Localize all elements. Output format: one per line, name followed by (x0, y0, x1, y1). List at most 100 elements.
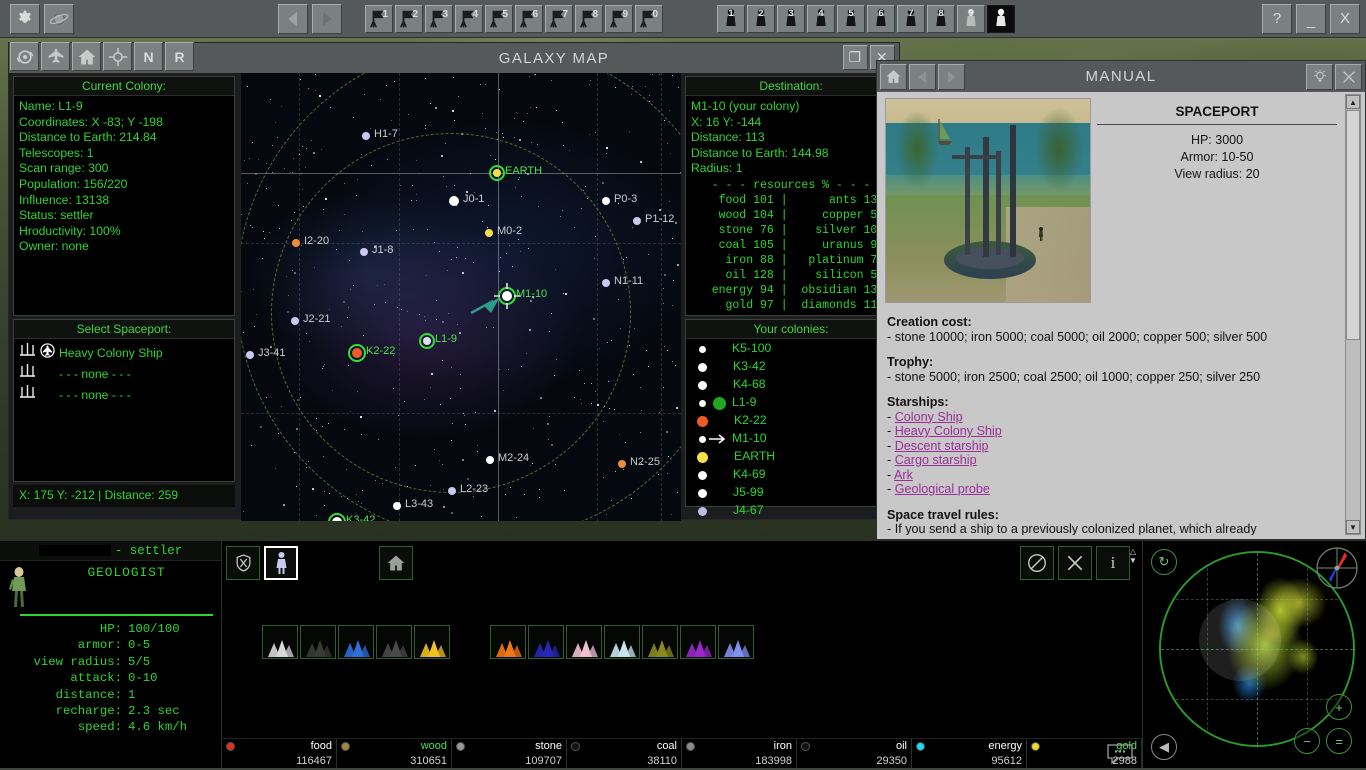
home-button[interactable] (379, 546, 413, 580)
colony-list-item[interactable]: K4-68 (691, 376, 891, 394)
mineral-button-b-2[interactable] (528, 625, 564, 659)
close-window-button[interactable]: X (1330, 4, 1360, 34)
flag-button-1[interactable]: 1 (365, 5, 393, 33)
manual-starship-link[interactable]: Ark (894, 468, 913, 482)
info-button[interactable]: i (1096, 546, 1130, 580)
colony-list-item[interactable]: J4-67 (691, 502, 891, 520)
manual-scrollbar[interactable]: ▲ ▼ (1345, 94, 1361, 535)
chat-bubble-icon[interactable] (1106, 743, 1134, 765)
mineral-button-3[interactable] (338, 625, 374, 659)
letter-n-button[interactable]: N (134, 42, 163, 71)
manual-starship-link[interactable]: Colony Ship (895, 410, 963, 424)
flag-button-4[interactable]: 4 (455, 5, 483, 33)
manual-scroll-up-button[interactable]: ▲ (1346, 95, 1360, 109)
mineral-button-4[interactable] (376, 625, 412, 659)
resource-scroll-arrows[interactable]: △ ▼ (1126, 541, 1140, 571)
manual-starship-link[interactable]: Cargo starship (895, 453, 977, 467)
minimap-zoom-out-button[interactable]: − (1294, 728, 1320, 754)
mineral-button-1[interactable] (262, 625, 298, 659)
mineral-button-2[interactable] (300, 625, 336, 659)
person-unit-button[interactable] (264, 546, 298, 580)
planet-label: J1-8 (372, 244, 393, 256)
help-button[interactable]: ? (1262, 4, 1292, 34)
your-colonies-header: Your colonies: (686, 320, 896, 339)
manual-titlebar: MANUAL (877, 61, 1365, 92)
minimap-panel[interactable]: ↻ ◀ + − = (1142, 540, 1366, 768)
spaceport-slot[interactable]: Heavy Colony Ship (19, 342, 229, 363)
manual-close-button[interactable] (1335, 64, 1362, 90)
unit-button-1[interactable]: 1 (717, 5, 745, 33)
minimap-zoom-in-button[interactable]: + (1326, 694, 1352, 720)
unit-button-9[interactable]: 9 (957, 5, 985, 33)
cancel-button[interactable] (1020, 546, 1054, 580)
target-crosshair-icon[interactable] (103, 42, 132, 71)
radar-scan-icon[interactable] (10, 42, 39, 71)
minimize-button[interactable]: _ (1296, 4, 1326, 34)
manual-scroll-down-button[interactable]: ▼ (1346, 520, 1360, 534)
home-icon[interactable] (72, 42, 101, 71)
colony-list-item[interactable]: J5-99 (691, 484, 891, 502)
colony-list-item[interactable]: K2-22 (691, 412, 891, 430)
colony-list-item[interactable]: K3-42 (691, 358, 891, 376)
colony-list-item[interactable]: K4-69 (691, 466, 891, 484)
resource-label-food: food (222, 739, 336, 753)
unit-button-3[interactable]: 3 (777, 5, 805, 33)
prev-page-button[interactable] (278, 4, 308, 34)
planet-icon[interactable] (44, 4, 74, 34)
mineral-button-5[interactable] (414, 625, 450, 659)
manual-starship-link[interactable]: Geological probe (895, 482, 990, 496)
colony-info-line: Name: L1-9 (19, 99, 229, 115)
mineral-button-b-1[interactable] (490, 625, 526, 659)
flag-button-8[interactable]: 8 (575, 5, 603, 33)
unit-stat-row: attack:0-10 (6, 670, 215, 686)
colony-list-item[interactable]: M1-10 (691, 430, 891, 448)
manual-scroll-thumb[interactable] (1346, 110, 1360, 340)
mineral-button-b-5[interactable] (642, 625, 678, 659)
manual-forward-button[interactable] (938, 64, 965, 90)
flag-button-7[interactable]: 7 (545, 5, 573, 33)
spaceport-slot[interactable]: - - - none - - - (19, 384, 229, 405)
unit-button-5[interactable]: 5 (837, 5, 865, 33)
flag-button-2[interactable]: 2 (395, 5, 423, 33)
close-button[interactable] (1058, 546, 1092, 580)
unit-button-0[interactable]: 0 (987, 5, 1015, 33)
galaxy-restore-button[interactable]: ❐ (843, 45, 868, 70)
mineral-button-b-3[interactable] (566, 625, 602, 659)
colony-list-item[interactable]: K5-100 (691, 340, 891, 358)
manual-starship-link[interactable]: Heavy Colony Ship (895, 424, 1002, 438)
unit-button-2[interactable]: 2 (747, 5, 775, 33)
flag-button-0[interactable]: 0 (635, 5, 663, 33)
minimap-collapse-button[interactable]: ◀ (1151, 734, 1177, 760)
unit-button-6[interactable]: 6 (867, 5, 895, 33)
flag-button-5[interactable]: 5 (485, 5, 513, 33)
flag-button-3[interactable]: 3 (425, 5, 453, 33)
colony-list-item[interactable]: EARTH (691, 448, 891, 466)
manual-hint-icon[interactable] (1306, 64, 1333, 90)
colony-list-item[interactable]: L1-9 (691, 394, 891, 412)
mineral-button-b-6[interactable] (680, 625, 716, 659)
minimap-reset-button[interactable]: ↻ (1151, 549, 1177, 575)
settings-gear-icon[interactable] (10, 4, 40, 34)
unit-stat-key: speed: (6, 719, 128, 735)
spaceport-slot[interactable]: - - - none - - - (19, 363, 229, 384)
manual-home-button[interactable] (880, 64, 907, 90)
mineral-button-b-4[interactable] (604, 625, 640, 659)
aircraft-icon[interactable] (41, 42, 70, 71)
unit-button-7[interactable]: 7 (897, 5, 925, 33)
unit-button-4[interactable]: 4 (807, 5, 835, 33)
colony-label: K4-69 (733, 467, 766, 483)
resource-scroll-up[interactable]: △ (1130, 547, 1136, 556)
unit-button-8[interactable]: 8 (927, 5, 955, 33)
flag-button-9[interactable]: 9 (605, 5, 633, 33)
letter-r-button[interactable]: R (165, 42, 194, 71)
flag-button-6[interactable]: 6 (515, 5, 543, 33)
shield-x-button[interactable] (226, 546, 260, 580)
manual-starship-link[interactable]: Descent starship (895, 439, 989, 453)
resource-scroll-down[interactable]: ▼ (1129, 556, 1137, 565)
galaxy-map-canvas[interactable]: H1-7EARTHJ0-1P0-3P1-12M0-2I2-20J1-8N1-11… (241, 73, 681, 521)
colony-selected-marker (713, 397, 726, 410)
next-page-button[interactable] (312, 4, 342, 34)
mineral-button-b-7[interactable] (718, 625, 754, 659)
minimap-zoom-fit-button[interactable]: = (1326, 728, 1352, 754)
manual-back-button[interactable] (909, 64, 936, 90)
